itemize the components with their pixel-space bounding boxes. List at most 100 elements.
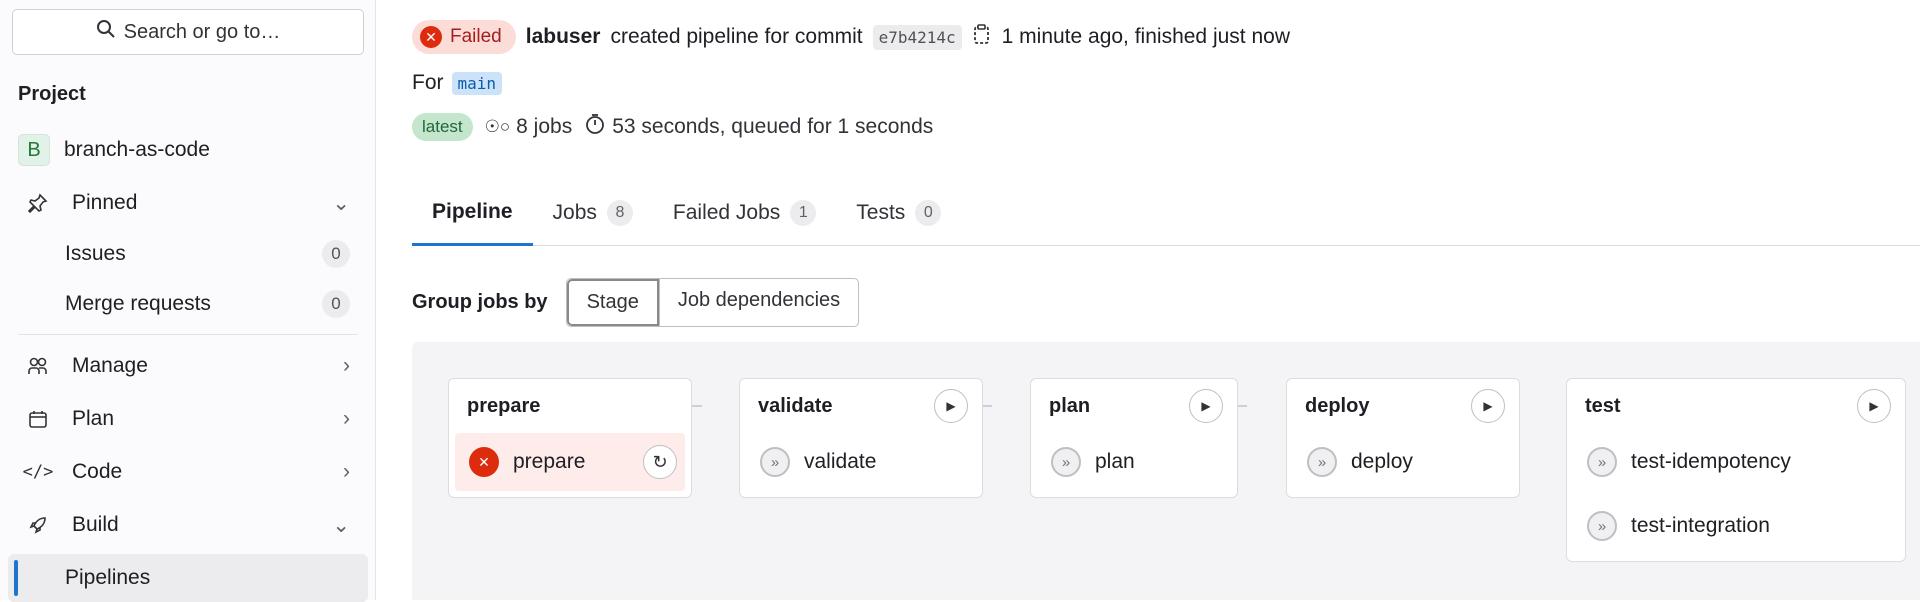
job-name: deploy	[1351, 450, 1413, 473]
pipeline-graph: prepare ✕ prepare ↻ validate ▶ » validat…	[412, 342, 1920, 600]
stage-plan: plan ▶ » plan	[1030, 378, 1238, 498]
skipped-icon: »	[1307, 447, 1337, 477]
count-badge: 0	[322, 290, 350, 318]
sidebar-item-plan[interactable]: Plan ›	[8, 395, 368, 443]
job-deploy[interactable]: » deploy	[1293, 433, 1513, 491]
sidebar-item-code[interactable]: </> Code ›	[8, 448, 368, 496]
skipped-icon: »	[760, 447, 790, 477]
skipped-icon: »	[1587, 447, 1617, 477]
divider	[18, 334, 358, 335]
sidebar-item-label: Code	[72, 460, 123, 483]
tab-label: Jobs	[552, 201, 597, 224]
job-name: test-integration	[1631, 514, 1770, 537]
job-prepare[interactable]: ✕ prepare ↻	[455, 433, 685, 491]
chevron-down-icon: ⌄	[332, 191, 350, 215]
group-by-label: Group jobs by	[412, 291, 548, 313]
tab-failed-jobs[interactable]: Failed Jobs 1	[653, 180, 836, 246]
sidebar-item-pipelines[interactable]: Pipelines	[8, 554, 368, 602]
sidebar-item-label: Manage	[72, 354, 148, 377]
play-icon[interactable]: ▶	[1857, 389, 1891, 423]
project-link[interactable]: B branch-as-code	[18, 134, 210, 166]
search-placeholder: Search or go to…	[123, 20, 281, 43]
stage-option[interactable]: Stage	[566, 279, 659, 326]
play-icon[interactable]: ▶	[1471, 389, 1505, 423]
user-link[interactable]: labuser	[526, 25, 601, 49]
ref-row: For main	[412, 71, 503, 95]
sidebar-item-pinned[interactable]: Pinned ⌄	[8, 179, 368, 227]
jobs-count: ☉○ 8 jobs	[485, 115, 573, 139]
project-avatar: B	[18, 134, 50, 166]
sidebar-item-label: Issues	[65, 242, 126, 265]
sidebar-item-label: Build	[72, 513, 119, 536]
sidebar-item-issues[interactable]: Issues 0	[8, 230, 368, 278]
tab-tests[interactable]: Tests 0	[836, 180, 961, 246]
job-dependencies-option[interactable]: Job dependencies	[658, 279, 858, 326]
duration: 53 seconds, queued for 1 seconds	[584, 113, 933, 141]
stage-name: validate	[758, 395, 833, 417]
failed-icon: ✕	[420, 26, 442, 48]
count-badge: 0	[322, 240, 350, 268]
main-content: ✕ Failed labuser created pipeline for co…	[376, 0, 1920, 600]
sidebar: Search or go to… Project B branch-as-cod…	[0, 0, 376, 602]
sidebar-item-merge-requests[interactable]: Merge requests 0	[8, 280, 368, 328]
play-icon[interactable]: ▶	[934, 389, 968, 423]
branch-link[interactable]: main	[451, 71, 503, 95]
pipeline-header: ✕ Failed labuser created pipeline for co…	[412, 20, 1290, 54]
stage-prepare: prepare ✕ prepare ↻	[448, 378, 692, 498]
pipeline-meta: latest ☉○ 8 jobs 53 seconds, queued for …	[412, 113, 933, 141]
play-icon[interactable]: ▶	[1189, 389, 1223, 423]
job-validate[interactable]: » validate	[746, 433, 976, 491]
copy-icon[interactable]	[972, 23, 992, 51]
rocket-icon	[22, 515, 54, 535]
stage-name: deploy	[1305, 395, 1370, 417]
job-name: test-idempotency	[1631, 450, 1791, 473]
sidebar-item-label: Merge requests	[65, 292, 211, 315]
count-badge: 0	[915, 200, 942, 226]
for-label: For	[412, 71, 444, 94]
job-name: prepare	[513, 450, 586, 473]
tab-pipeline[interactable]: Pipeline	[412, 180, 533, 246]
duration-text: 53 seconds, queued for 1 seconds	[612, 115, 934, 138]
status-badge[interactable]: ✕ Failed	[412, 20, 516, 54]
job-plan[interactable]: » plan	[1037, 433, 1231, 491]
group-jobs-control: Group jobs by Stage Job dependencies	[412, 278, 860, 327]
tab-label: Pipeline	[432, 199, 513, 223]
commit-sha[interactable]: e7b4214c	[872, 24, 962, 50]
stage-name: prepare	[467, 395, 541, 417]
count-badge: 1	[790, 200, 817, 226]
stage-test: test ▶ » test-idempotency » test-integra…	[1566, 378, 1906, 562]
calendar-icon	[22, 409, 54, 429]
pipeline-tabs: Pipeline Jobs 8 Failed Jobs 1 Tests 0	[412, 180, 1920, 246]
job-test-idempotency[interactable]: » test-idempotency	[1573, 433, 1899, 491]
stage-deploy: deploy ▶ » deploy	[1286, 378, 1520, 498]
skipped-icon: »	[1587, 511, 1617, 541]
chevron-right-icon: ›	[343, 407, 350, 430]
search-icon	[96, 19, 116, 45]
chevron-right-icon: ›	[343, 460, 350, 483]
sidebar-item-build[interactable]: Build ⌄	[8, 501, 368, 549]
code-icon: </>	[22, 462, 54, 482]
status-label: Failed	[450, 26, 502, 47]
retry-icon[interactable]: ↻	[643, 445, 677, 479]
tab-label: Failed Jobs	[672, 201, 781, 224]
job-test-integration[interactable]: » test-integration	[1573, 497, 1899, 555]
jobs-text: 8 jobs	[516, 115, 573, 138]
latest-badge: latest	[412, 113, 473, 141]
job-name: validate	[804, 450, 877, 473]
search-button[interactable]: Search or go to…	[12, 9, 364, 55]
time-text: 1 minute ago, finished just now	[1001, 25, 1290, 48]
stage-name: plan	[1049, 395, 1091, 417]
job-name: plan	[1095, 450, 1135, 473]
count-badge: 8	[606, 200, 633, 226]
users-icon	[22, 356, 54, 376]
tab-label: Tests	[856, 201, 906, 224]
section-title: Project	[18, 83, 86, 105]
chevron-right-icon: ›	[343, 354, 350, 377]
sidebar-item-label: Plan	[72, 407, 115, 430]
timer-icon	[584, 113, 606, 141]
failed-icon: ✕	[469, 447, 499, 477]
sidebar-item-label: Pinned	[72, 191, 138, 214]
pin-icon	[22, 193, 54, 213]
tab-jobs[interactable]: Jobs 8	[533, 180, 653, 246]
sidebar-item-manage[interactable]: Manage ›	[8, 342, 368, 390]
